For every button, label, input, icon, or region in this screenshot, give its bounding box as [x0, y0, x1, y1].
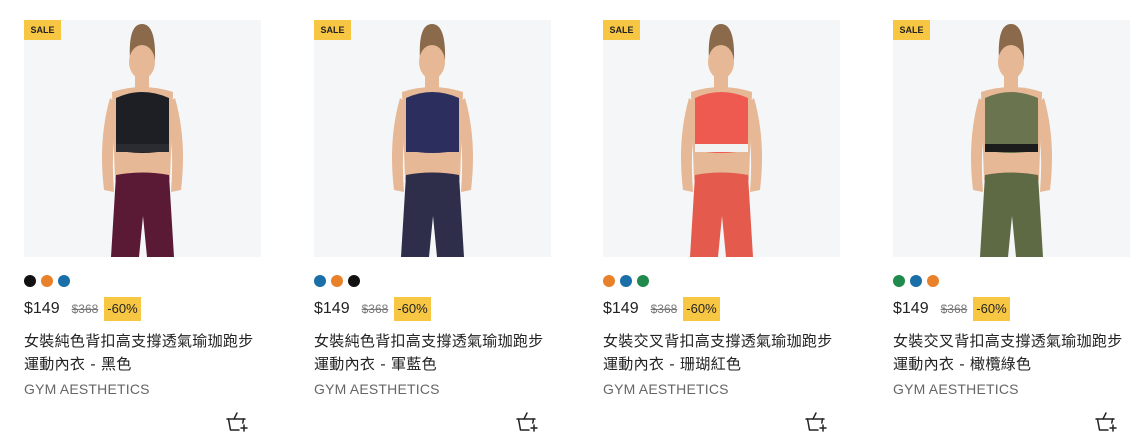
discount-badge: -60%: [973, 297, 1010, 321]
color-swatch[interactable]: [331, 275, 343, 287]
neck: [425, 75, 439, 89]
leggings: [980, 172, 1043, 257]
neck: [1004, 75, 1018, 89]
sale-price: $149: [24, 300, 60, 317]
discount-badge: -60%: [394, 297, 431, 321]
color-swatch[interactable]: [348, 275, 360, 287]
color-swatch[interactable]: [620, 275, 632, 287]
color-swatches: [893, 275, 939, 287]
color-swatches: [314, 275, 360, 287]
sports-bra: [695, 92, 748, 153]
price-row: $149 $368 -60%: [24, 297, 141, 321]
color-swatch[interactable]: [637, 275, 649, 287]
sale-badge: SALE: [603, 20, 640, 40]
color-swatches: [24, 275, 70, 287]
color-swatch[interactable]: [58, 275, 70, 287]
product-title[interactable]: 女裝交叉背扣高支撐透氣瑜珈跑步運動內衣 - 橄欖綠色: [893, 330, 1130, 376]
brand-name: GYM AESTHETICS: [314, 381, 440, 397]
color-swatch[interactable]: [314, 275, 326, 287]
sports-bra: [116, 92, 169, 153]
color-swatch[interactable]: [24, 275, 36, 287]
product-photo-figure: [681, 24, 762, 257]
sale-price: $149: [603, 300, 639, 317]
bra-band: [116, 144, 169, 152]
sports-bra: [985, 92, 1038, 153]
product-card[interactable]: SALE $149 $368 -60% 女裝交叉背扣高支撐透氣瑜珈跑步運動內衣 - 珊瑚…: [603, 20, 840, 440]
product-title[interactable]: 女裝交叉背扣高支撐透氣瑜珈跑步運動內衣 - 珊瑚紅色: [603, 330, 840, 376]
add-to-cart-icon[interactable]: [804, 410, 828, 434]
price-row: $149 $368 -60%: [893, 297, 1010, 321]
sale-badge: SALE: [24, 20, 61, 40]
sale-price: $149: [314, 300, 350, 317]
product-card[interactable]: SALE $149 $368 -60% 女裝純色背扣高支撐透氣瑜珈跑步運動內衣 - 黑色…: [24, 20, 261, 440]
discount-badge: -60%: [683, 297, 720, 321]
price-row: $149 $368 -60%: [314, 297, 431, 321]
face: [998, 45, 1024, 79]
product-image[interactable]: SALE: [24, 20, 261, 257]
color-swatch[interactable]: [927, 275, 939, 287]
face: [419, 45, 445, 79]
product-title[interactable]: 女裝純色背扣高支撐透氣瑜珈跑步運動內衣 - 軍藍色: [314, 330, 551, 376]
leggings: [690, 172, 753, 257]
sale-badge: SALE: [893, 20, 930, 40]
product-image[interactable]: SALE: [603, 20, 840, 257]
neck: [714, 75, 728, 89]
add-to-cart-icon[interactable]: [225, 410, 249, 434]
brand-name: GYM AESTHETICS: [603, 381, 729, 397]
sale-price: $149: [893, 300, 929, 317]
color-swatch[interactable]: [893, 275, 905, 287]
product-photo-figure: [971, 24, 1052, 257]
original-price: $368: [940, 302, 968, 316]
bra-band: [406, 144, 459, 152]
color-swatches: [603, 275, 649, 287]
product-image[interactable]: SALE: [893, 20, 1130, 257]
color-swatch[interactable]: [41, 275, 53, 287]
price-row: $149 $368 -60%: [603, 297, 720, 321]
color-swatch[interactable]: [603, 275, 615, 287]
face: [129, 45, 155, 79]
product-photo-figure: [102, 24, 183, 257]
original-price: $368: [650, 302, 678, 316]
leggings: [401, 172, 464, 257]
product-image[interactable]: SALE: [314, 20, 551, 257]
bra-band: [695, 144, 748, 152]
product-title[interactable]: 女裝純色背扣高支撐透氣瑜珈跑步運動內衣 - 黑色: [24, 330, 261, 376]
add-to-cart-icon[interactable]: [1094, 410, 1118, 434]
discount-badge: -60%: [104, 297, 141, 321]
sale-badge: SALE: [314, 20, 351, 40]
product-photo-figure: [392, 24, 473, 257]
product-card[interactable]: SALE $149 $368 -60% 女裝交叉背扣高支撐透氣瑜珈跑步運動內衣 - 橄欖…: [893, 20, 1130, 440]
face: [708, 45, 734, 79]
add-to-cart-icon[interactable]: [515, 410, 539, 434]
product-card[interactable]: SALE $149 $368 -60% 女裝純色背扣高支撐透氣瑜珈跑步運動內衣 - 軍藍…: [314, 20, 551, 440]
original-price: $368: [361, 302, 389, 316]
bra-band: [985, 144, 1038, 152]
brand-name: GYM AESTHETICS: [893, 381, 1019, 397]
leggings: [111, 172, 174, 257]
sports-bra: [406, 92, 459, 153]
brand-name: GYM AESTHETICS: [24, 381, 150, 397]
neck: [135, 75, 149, 89]
original-price: $368: [71, 302, 99, 316]
color-swatch[interactable]: [910, 275, 922, 287]
